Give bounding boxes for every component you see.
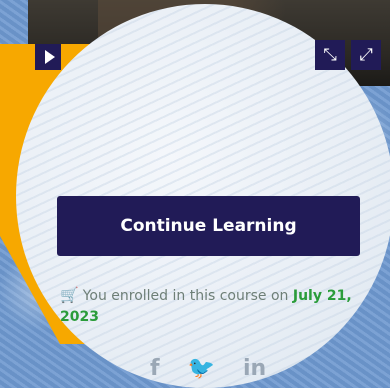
expand-icon[interactable]: ⤢ bbox=[351, 40, 381, 70]
collapse-icon[interactable]: ⤡ bbox=[315, 40, 345, 70]
play-icon bbox=[44, 50, 55, 64]
cart-icon: 🛒 bbox=[60, 286, 79, 304]
enrollment-info: 🛒 You enrolled in this course on July 21,… bbox=[60, 285, 360, 328]
linkedin-icon[interactable]: in bbox=[243, 356, 266, 382]
enrolled-text: You enrolled in this course on bbox=[82, 288, 289, 304]
play-button[interactable] bbox=[35, 44, 61, 70]
facebook-icon[interactable]: f bbox=[150, 356, 160, 382]
social-links: f 🐦 in bbox=[150, 356, 266, 382]
twitter-icon[interactable]: 🐦 bbox=[188, 356, 215, 382]
continue-learning-button[interactable]: Continue Learning bbox=[57, 196, 360, 256]
